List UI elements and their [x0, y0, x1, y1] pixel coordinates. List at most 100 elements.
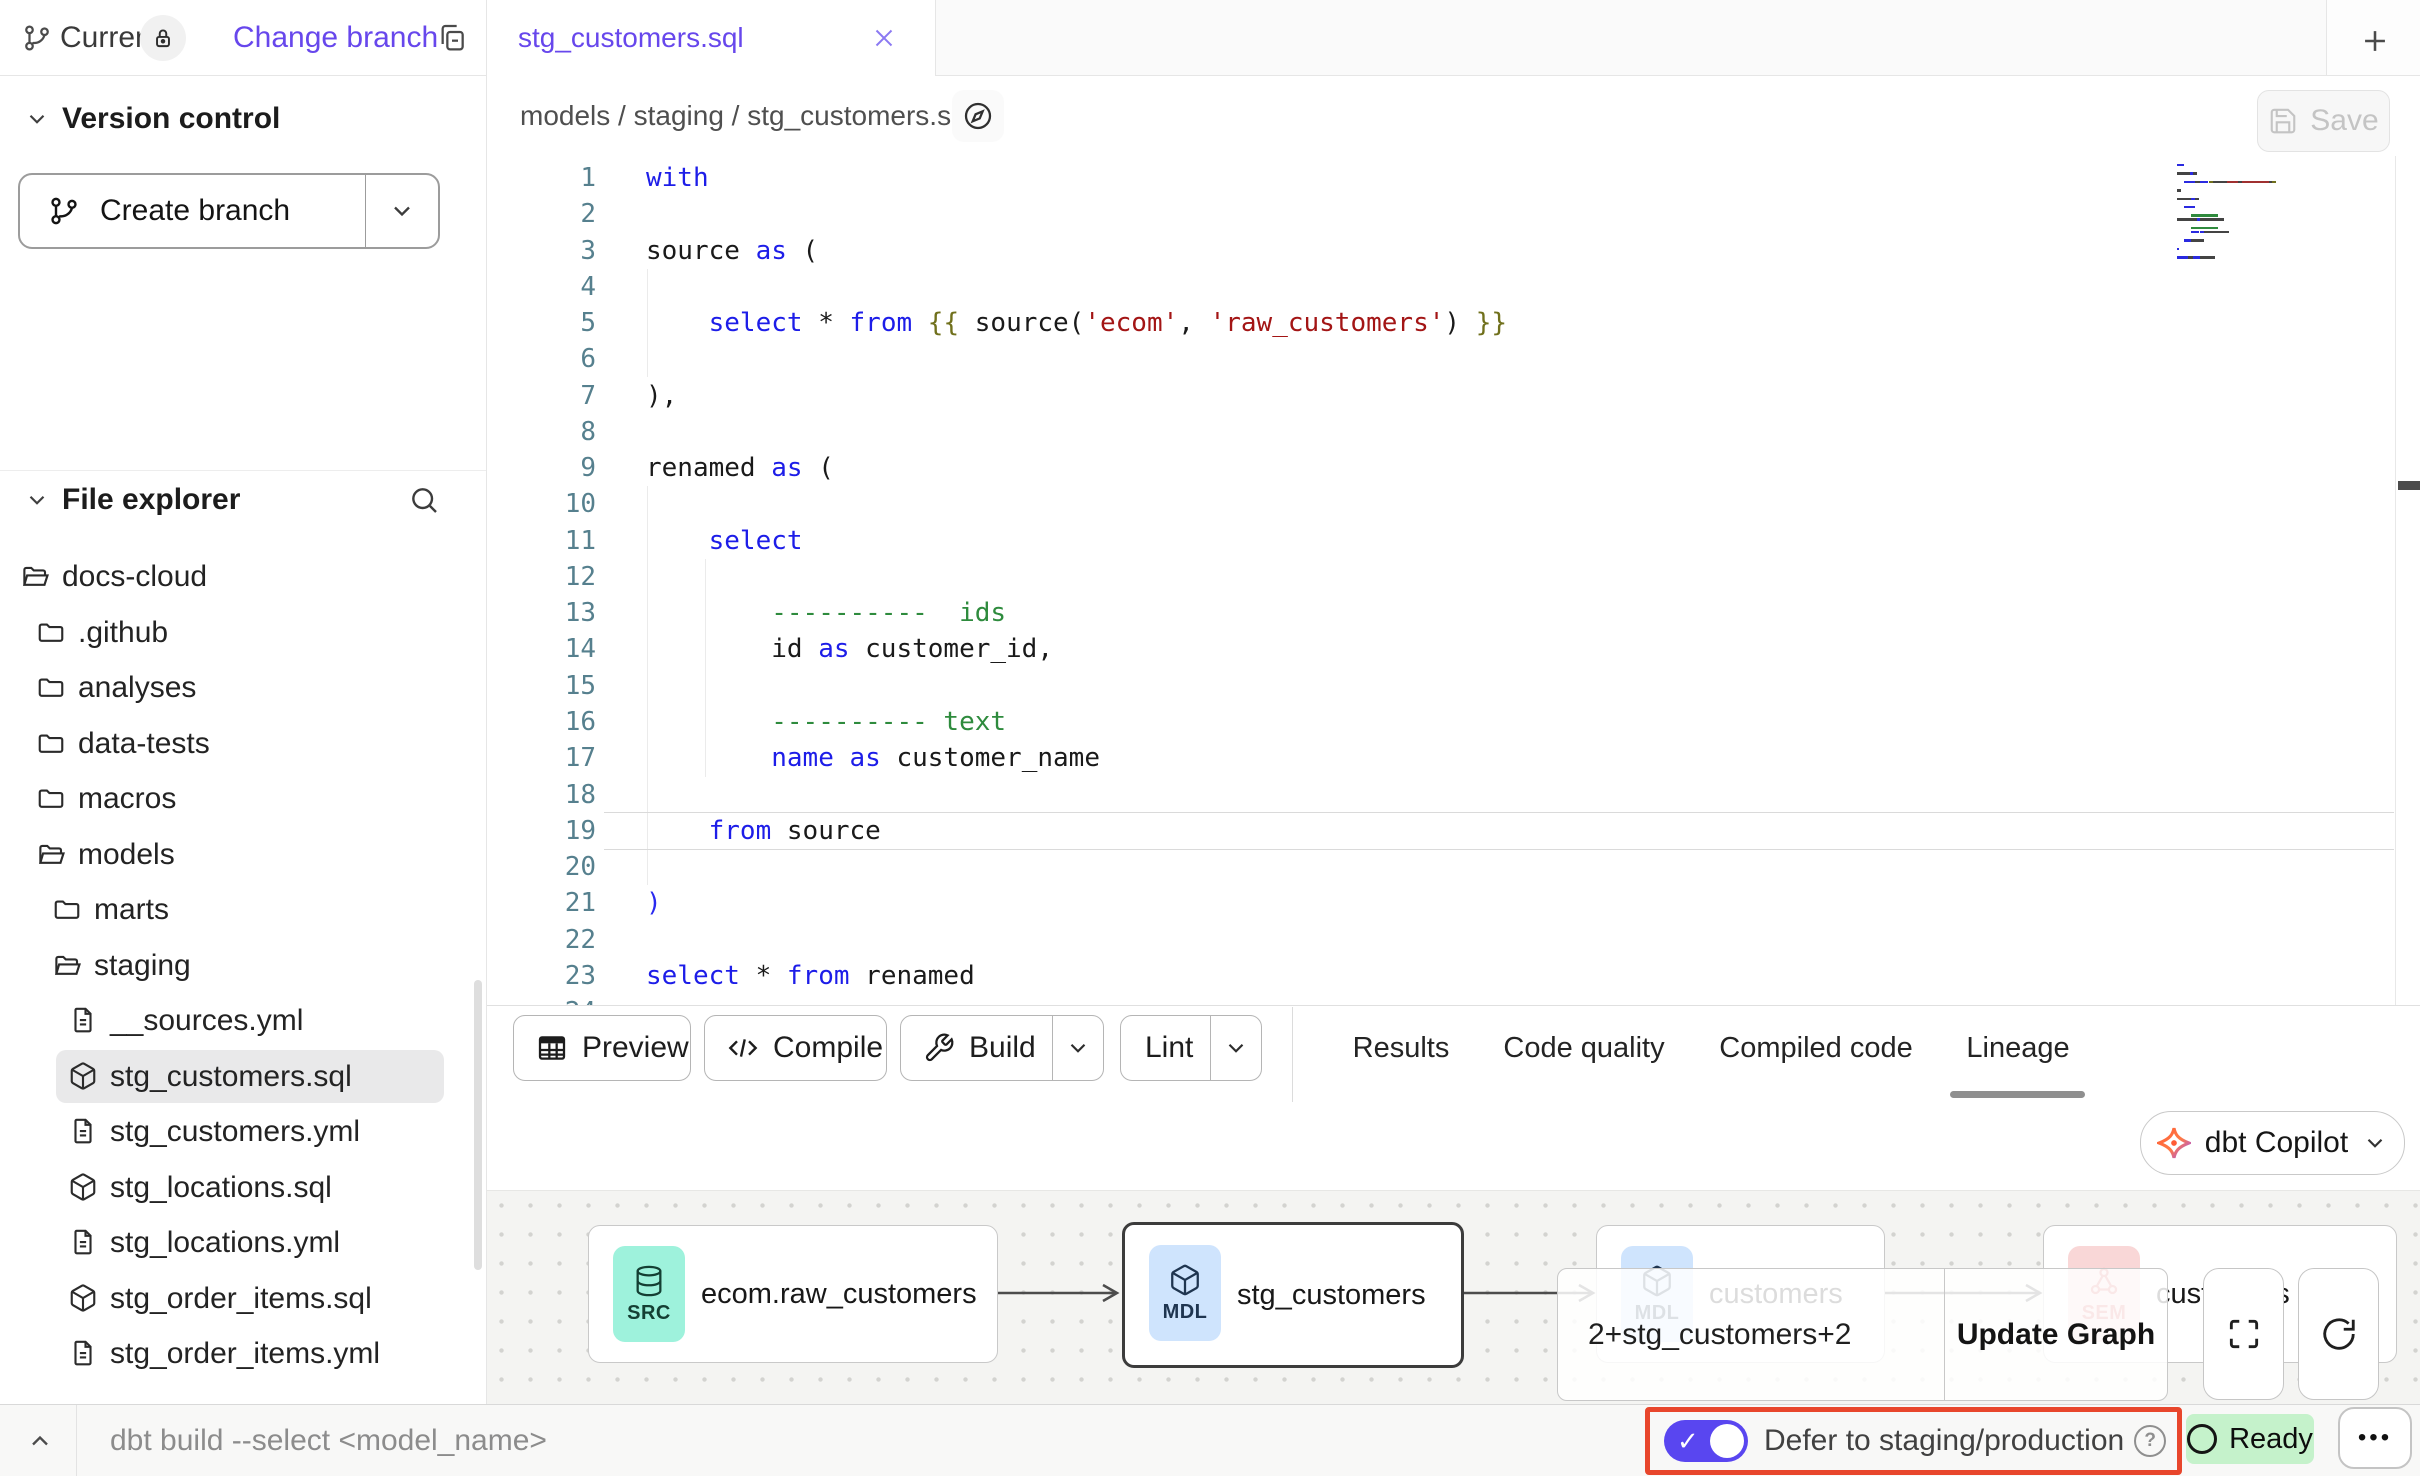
more-options-button[interactable]: ••• — [2338, 1407, 2412, 1469]
save-button[interactable]: Save — [2257, 90, 2390, 152]
tab-strip-divider — [2326, 0, 2327, 75]
code-line — [646, 994, 1507, 1005]
tab-results[interactable]: Results — [1353, 1020, 1450, 1076]
lint-button[interactable]: Lint — [1120, 1015, 1262, 1081]
minimap-line — [2177, 193, 2387, 195]
compile-button[interactable]: Compile — [704, 1015, 887, 1081]
create-branch-button[interactable]: Create branch — [18, 173, 440, 249]
tab-stg-customers-sql[interactable]: stg_customers.sql — [487, 0, 936, 76]
chevron-up-icon[interactable] — [26, 1427, 54, 1455]
lineage-node-ecom-raw-customers[interactable]: SRC ecom.raw_customers — [588, 1225, 998, 1363]
tree-item--github[interactable]: .github — [0, 605, 486, 660]
line-number: 2 — [512, 196, 596, 232]
scrollbar-marker[interactable] — [2398, 481, 2420, 490]
ready-ring-icon — [2187, 1424, 2217, 1454]
help-icon[interactable]: ? — [2134, 1425, 2166, 1457]
create-branch-caret[interactable] — [366, 175, 438, 247]
tree-item-label: models — [78, 827, 175, 882]
sidebar-scrollbar[interactable] — [474, 980, 482, 1270]
copy-icon[interactable] — [436, 22, 468, 54]
dbt-cloud-ide: Current Change branch stg_customers.sql … — [0, 0, 2420, 1476]
copilot-compass-button[interactable] — [952, 90, 1004, 142]
toggle-knob — [1710, 1424, 1744, 1458]
minimap-line — [2177, 248, 2387, 250]
preview-button[interactable]: Preview — [513, 1015, 691, 1081]
command-input[interactable]: dbt build --select <model_name> — [110, 1405, 547, 1476]
tree-item-stg-locations-yml[interactable]: stg_locations.yml — [0, 1215, 486, 1270]
tree-item--sources-yml[interactable]: __sources.yml — [0, 993, 486, 1048]
tree-item-label: data-tests — [78, 716, 210, 771]
close-tab-icon[interactable] — [869, 23, 899, 53]
tab-lineage[interactable]: Lineage — [1966, 1020, 2069, 1076]
update-graph-button[interactable]: Update Graph — [1945, 1269, 2167, 1400]
build-button[interactable]: Build — [900, 1015, 1104, 1081]
tree-item-stg-locations-sql[interactable]: stg_locations.sql — [0, 1160, 486, 1215]
defer-toggle[interactable]: ✓ — [1664, 1420, 1748, 1462]
code-line: id as customer_id, — [646, 631, 1507, 667]
compass-icon — [962, 100, 994, 132]
lock-icon — [150, 25, 176, 51]
tree-item-marts[interactable]: marts — [0, 882, 486, 937]
fullscreen-button[interactable] — [2203, 1268, 2284, 1400]
tab-compiled-code[interactable]: Compiled code — [1719, 1020, 1912, 1076]
file-icon — [68, 1227, 98, 1257]
lineage-node-stg-customers[interactable]: MDL stg_customers — [1122, 1222, 1464, 1368]
code-line: select — [646, 523, 1507, 559]
minimap-line — [2177, 227, 2387, 229]
refresh-button[interactable] — [2298, 1268, 2379, 1400]
build-caret[interactable] — [1053, 1035, 1103, 1061]
tree-item-label: stg_locations.sql — [110, 1160, 332, 1215]
lineage-panel[interactable]: MDL customers SEM customers 2+stg_custom… — [487, 1190, 2420, 1405]
new-tab-button[interactable] — [2358, 24, 2392, 58]
status-badge: Ready — [2186, 1414, 2314, 1464]
tree-item-models[interactable]: models — [0, 827, 486, 882]
line-number: 12 — [512, 559, 596, 595]
tree-item-stg-order-items-yml[interactable]: stg_order_items.yml — [0, 1326, 486, 1381]
code-editor[interactable]: 123456789101112131415161718192021222324 … — [487, 156, 2420, 1005]
version-control-header[interactable]: Version control — [62, 102, 280, 136]
minimap-line — [2177, 181, 2387, 183]
code-line: renamed as ( — [646, 450, 1507, 486]
lineage-selector-input[interactable]: 2+stg_customers+2 — [1558, 1269, 1944, 1400]
tree-item-stg-order-items-sql[interactable]: stg_order_items.sql — [0, 1271, 486, 1326]
code-line: ---------- ids — [646, 595, 1507, 631]
change-branch-link[interactable]: Change branch — [233, 0, 438, 76]
line-number: 16 — [512, 704, 596, 740]
save-icon — [2268, 106, 2298, 136]
model-cube-icon — [68, 1172, 98, 1202]
tree-item-staging[interactable]: staging — [0, 938, 486, 993]
code-line: select * from renamed — [646, 958, 1507, 994]
tree-item-stg-customers-yml[interactable]: stg_customers.yml — [0, 1104, 486, 1159]
breadcrumb: models / staging / stg_customers.sql — [520, 76, 973, 156]
breadcrumb-bar: models / staging / stg_customers.sql Sav… — [487, 76, 2420, 157]
file-icon — [68, 1005, 98, 1035]
tree-item-analyses[interactable]: analyses — [0, 660, 486, 715]
code-line-active: from source — [646, 813, 1507, 849]
badge-label: SRC — [627, 1302, 671, 1325]
lint-caret[interactable] — [1211, 1035, 1261, 1061]
build-label: Build — [969, 1031, 1036, 1065]
tab-code-quality[interactable]: Code quality — [1503, 1020, 1664, 1076]
model-badge: MDL — [1149, 1245, 1221, 1341]
dbt-copilot-button[interactable]: dbt Copilot — [2140, 1111, 2405, 1175]
editor-code[interactable]: withsource as ( select * from {{ source(… — [646, 160, 1507, 1005]
tree-item-stg-customers-sql[interactable]: stg_customers.sql — [0, 1049, 486, 1104]
line-number: 17 — [512, 740, 596, 776]
tree-item-label: stg_customers.sql — [110, 1049, 352, 1104]
line-number: 1 — [512, 160, 596, 196]
line-number: 7 — [512, 378, 596, 414]
chevron-down-icon[interactable] — [24, 487, 50, 513]
editor-minimap[interactable] — [2177, 164, 2387, 265]
chevron-down-icon[interactable] — [24, 106, 50, 132]
defer-annotation-box: ✓ Defer to staging/production ? — [1645, 1407, 2182, 1475]
create-branch-main[interactable]: Create branch — [20, 175, 366, 247]
tree-item-macros[interactable]: macros — [0, 771, 486, 826]
search-icon[interactable] — [408, 484, 440, 516]
tree-item-data-tests[interactable]: data-tests — [0, 716, 486, 771]
file-explorer-header[interactable]: File explorer — [62, 483, 240, 517]
lineage-selector-bar: 2+stg_customers+2 Update Graph — [1557, 1268, 2168, 1401]
wrench-icon — [923, 1032, 955, 1064]
code-line — [646, 269, 1507, 305]
tree-item-docs-cloud[interactable]: docs-cloud — [0, 549, 486, 604]
code-line — [646, 668, 1507, 704]
